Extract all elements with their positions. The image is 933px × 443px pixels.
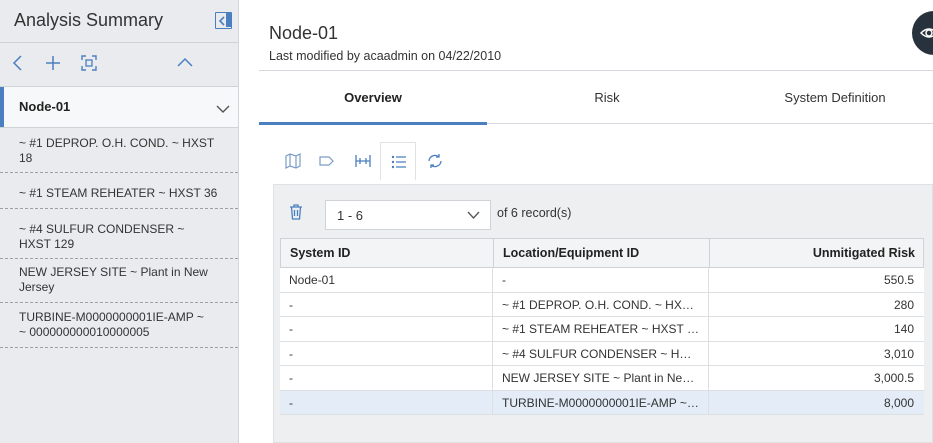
table-cell: TURBINE-M0000000001IE-AMP ~ ~ 0000000000… (493, 390, 709, 415)
table-row[interactable]: Node-01- 550.5 (280, 268, 924, 293)
table-row[interactable]: - ~ #1 DEPROP. O.H. COND. ~ HXST 18 280 (280, 292, 924, 317)
page-subtitle: Last modified by acaadmin on 04/22/2010 (269, 49, 502, 63)
records-panel: 1 - 6 of 6 record(s) System ID Location/… (273, 184, 933, 443)
column-header[interactable]: System ID (281, 239, 494, 268)
sidebar-item-label: NEW JERSEY SITE ~ Plant in New (19, 265, 208, 279)
record-total: 6 (510, 206, 518, 220)
list-view-icon[interactable] (380, 142, 416, 180)
sidebar-item[interactable]: ~ #1 STEAM REHEATER ~ HXST 36 (0, 173, 238, 209)
table-cell: 3,010 (883, 346, 914, 361)
sidebar-toolbar (0, 44, 238, 86)
sidebar-item-label: TURBINE-M0000000001IE-AMP ~ (19, 310, 204, 324)
collapse-sidebar-icon[interactable] (215, 12, 232, 29)
table-cell: 550.5 (883, 273, 914, 287)
table-row[interactable]: - ~ #1 STEAM REHEATER ~ HXST 36 140 (280, 317, 924, 342)
table-cell: 140 (893, 322, 914, 336)
sidebar-item-label: Node-01 (19, 99, 71, 114)
table-cell: 3,000.5 (873, 371, 914, 385)
sidebar-item-label: ~ #1 DEPROP. O.H. COND. ~ HXST (19, 136, 215, 150)
main-panel: Node-01 Last modified by acaadmin on 04/… (239, 0, 933, 443)
page-range-value: 1 - 6 (337, 208, 364, 223)
table-cell: - (493, 268, 709, 292)
table-cell: 8,000 (883, 395, 914, 410)
back-icon[interactable] (11, 54, 25, 77)
table-cell: - (280, 292, 493, 317)
sidebar-item-label: ~ 000000000010000005 (19, 325, 150, 339)
chevron-up-icon[interactable] (176, 54, 194, 77)
grid-body: Node-01-550.5- ~ #1 DEPROP. O.H. COND. ~ … (280, 268, 924, 415)
divider (0, 42, 238, 43)
table-row[interactable]: - ~ #4 SULFUR CONDENSER ~ HXST 129 3,010 (280, 341, 924, 366)
sidebar-item-label: ~ #4 SULFUR CONDENSER ~ (19, 222, 185, 236)
record-suffix: record(s) (521, 206, 572, 220)
tab-system-definition[interactable]: System Definition (727, 71, 933, 124)
page-range-select[interactable]: 1 - 6 (325, 200, 491, 230)
table-cell: ~ #4 SULFUR CONDENSER ~ HXST 129 (493, 341, 709, 366)
page-title: Node-01 (269, 23, 339, 43)
sidebar-item-selected[interactable]: Node-01 (0, 87, 238, 127)
sidebar-item-label: 18 (19, 151, 33, 165)
map-view-icon[interactable] (275, 142, 311, 180)
table-row[interactable]: -TURBINE-M0000000001IE-AMP ~ ~ 000000000… (280, 390, 924, 415)
delete-icon[interactable] (289, 204, 303, 225)
table-cell: 280 (893, 297, 914, 312)
table-row[interactable]: - NEW JERSEY SITE ~ Plant in New Jersey 3,… (280, 366, 924, 391)
sidebar-item[interactable]: ~ #4 SULFUR CONDENSER ~ HXST 129 (0, 209, 238, 259)
sidebar-item-label: HXST 129 (19, 237, 75, 251)
sidebar-item[interactable]: TURBINE-M0000000001IE-AMP ~ ~ 0000000000… (0, 303, 238, 348)
add-icon[interactable] (44, 54, 62, 77)
results-grid: System ID Location/Equipment ID Unmitiga… (280, 238, 924, 415)
table-cell: - (280, 366, 493, 390)
record-count: of 6 record(s) (497, 206, 571, 220)
table-cell: NEW JERSEY SITE ~ Plant in New Jersey (493, 366, 709, 390)
table-cell: ~ #1 STEAM REHEATER ~ HXST 36 (493, 317, 709, 341)
sidebar-item[interactable]: NEW JERSEY SITE ~ Plant in New Jersey (0, 259, 238, 303)
table-cell: - (280, 341, 493, 366)
table-cell: Node-01 (280, 268, 493, 292)
sidebar-item-label: ~ #1 STEAM REHEATER ~ HXST 36 (19, 186, 218, 200)
tab-bar: Overview Risk System Definition (259, 71, 933, 125)
eye-icon[interactable] (912, 11, 933, 55)
chevron-down-icon[interactable] (216, 101, 230, 119)
sidebar-title: Analysis Summary (14, 10, 164, 30)
table-cell: - (280, 317, 493, 341)
refresh-icon[interactable] (417, 142, 453, 180)
sidebar-item-label: Jersey (19, 280, 55, 294)
fit-to-screen-icon[interactable] (80, 54, 98, 77)
grid-header: System ID Location/Equipment ID Unmitiga… (280, 238, 924, 268)
table-cell: ~ #1 DEPROP. O.H. COND. ~ HXST 18 (493, 292, 709, 317)
record-of-label: of (497, 206, 508, 220)
sidebar: Analysis Summary Node-01 ~ #1 DEPROP. O.… (0, 0, 239, 443)
hierarchy-view-icon[interactable] (345, 142, 381, 180)
table-cell: - (280, 390, 493, 415)
sidebar-item[interactable]: ~ #1 DEPROP. O.H. COND. ~ HXST 18 (0, 128, 238, 173)
tab-overview[interactable]: Overview (259, 71, 487, 125)
tab-risk[interactable]: Risk (487, 71, 727, 124)
chevron-down-icon (467, 211, 480, 219)
column-header[interactable]: Location/Equipment ID (494, 239, 710, 268)
tag-view-icon[interactable] (309, 142, 345, 180)
column-header[interactable]: Unmitigated Risk (710, 239, 924, 268)
